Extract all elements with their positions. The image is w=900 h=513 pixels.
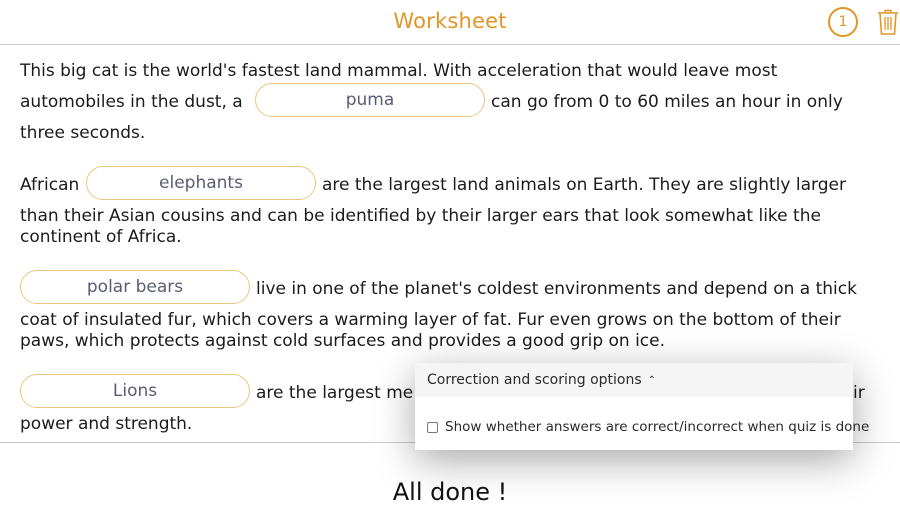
answer-blank[interactable]: puma (255, 83, 485, 117)
text-line: power and strength. (20, 414, 193, 434)
show-correctness-checkbox[interactable] (427, 421, 438, 433)
text-line: are the largest land animals on Earth. T… (322, 175, 846, 195)
text-line: continent of Africa. (20, 227, 182, 247)
show-correctness-option[interactable]: Show whether answers are correct/incorre… (427, 419, 869, 435)
page-title: Worksheet (393, 9, 507, 33)
scoring-options-popup: Correction and scoring options ⌃ Show wh… (415, 363, 869, 450)
answer-blank[interactable]: elephants (86, 166, 316, 200)
trash-icon[interactable] (876, 8, 900, 36)
text-line: African (20, 175, 80, 195)
header-divider (0, 44, 900, 45)
option-label: Show whether answers are correct/incorre… (445, 419, 870, 435)
text-line: automobiles in the dust, a (20, 92, 243, 112)
text-line: than their Asian cousins and can be iden… (20, 206, 821, 226)
count-badge[interactable]: 1 (828, 7, 858, 37)
chevron-up-icon: ⌃ (647, 374, 657, 386)
text-line: ir (853, 383, 865, 403)
text-line: live in one of the planet's coldest envi… (256, 279, 857, 299)
all-done-message: All done ! (392, 478, 508, 506)
scoring-options-toggle[interactable]: Correction and scoring options ⌃ (415, 363, 853, 397)
text-line: are the largest me (256, 383, 414, 403)
text-line: coat of insulated fur, which covers a wa… (20, 310, 841, 330)
text-line: This big cat is the world's fastest land… (20, 61, 778, 81)
text-line: paws, which protects against cold surfac… (20, 331, 666, 351)
worksheet-header: Worksheet 1 (0, 0, 900, 45)
text-line: can go from 0 to 60 miles an hour in onl… (491, 92, 843, 112)
answer-blank[interactable]: Lions (20, 374, 250, 408)
popup-title: Correction and scoring options (427, 372, 642, 388)
answer-blank[interactable]: polar bears (20, 270, 250, 304)
text-line: three seconds. (20, 123, 146, 143)
